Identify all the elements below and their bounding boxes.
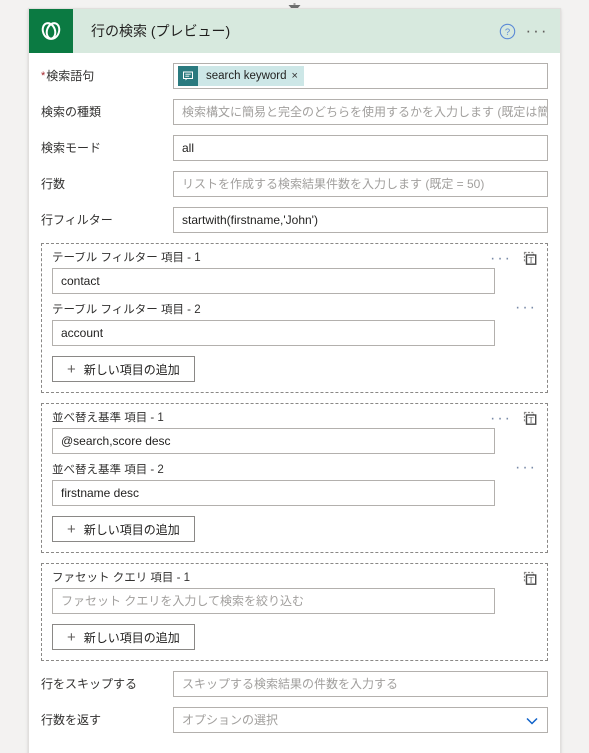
control-search-term: search keyword ×: [173, 63, 548, 89]
facet-query-item-1: ファセット クエリ 項目 - 1 T ファセット クエリを入力して検索を絞り込む: [52, 571, 537, 614]
label-return-rows: 行数を返す: [41, 713, 102, 727]
svg-text:T: T: [529, 575, 534, 584]
required-indicator: *: [41, 70, 46, 82]
label-search-type: 検索の種類: [41, 105, 102, 119]
control-search-type: 検索構文に簡易と完全のどちらを使用するかを入力します (既定は簡易): [173, 99, 548, 125]
table-filter-item-2-more-button[interactable]: ···: [515, 300, 537, 316]
facet-query-add-item-label: 新しい項目の追加: [83, 630, 180, 645]
facet-query-item-1-input[interactable]: ファセット クエリを入力して検索を絞り込む: [52, 588, 495, 614]
label-row-filter: 行フィルター: [41, 213, 113, 227]
control-row-count: リストを作成する検索結果件数を入力します (既定 = 50): [173, 171, 548, 197]
skip-rows-input[interactable]: スキップする検索結果の件数を入力する: [173, 671, 548, 697]
text-type-icon[interactable]: T: [522, 411, 537, 426]
sort-by-item-2-label: 並べ替え基準 項目 - 2: [52, 464, 164, 476]
card-header[interactable]: 行の検索 (プレビュー) ? ···: [29, 9, 560, 53]
control-row-filter: startwith(firstname,'John'): [173, 207, 548, 233]
dynamic-content-icon: [178, 66, 198, 86]
help-circle-icon[interactable]: ?: [492, 16, 522, 46]
sort-by-add-item-label: 新しい項目の追加: [83, 522, 180, 537]
dynamic-content-token[interactable]: search keyword ×: [178, 66, 304, 86]
table-filter-item-2-label: テーブル フィルター 項目 - 2: [52, 304, 201, 316]
sort-by-item-2: 並べ替え基準 項目 - 2 ··· firstname desc: [52, 460, 537, 506]
sort-by-item-1-input[interactable]: @search,score desc: [52, 428, 495, 454]
control-skip-rows: スキップする検索結果の件数を入力する: [173, 671, 548, 697]
label-search-term-text: 検索語句: [46, 69, 95, 83]
control-return-rows: オプションの選択: [173, 707, 548, 733]
table-filter-item-2: テーブル フィルター 項目 - 2 ··· account: [52, 300, 537, 346]
table-filter-item-1-input[interactable]: contact: [52, 268, 495, 294]
field-row-search-mode: 検索モード all: [41, 135, 548, 163]
label-search-term: *検索語句: [41, 63, 173, 83]
table-filter-add-item-label: 新しい項目の追加: [83, 362, 180, 377]
table-filter-group: テーブル フィルター 項目 - 1 ··· T contact テーブル フィル…: [41, 243, 548, 393]
facet-query-item-1-label: ファセット クエリ 項目 - 1: [52, 572, 191, 584]
field-row-row-filter: 行フィルター startwith(firstname,'John'): [41, 207, 548, 235]
field-row-search-type: 検索の種類 検索構文に簡易と完全のどちらを使用するかを入力します (既定は簡易): [41, 99, 548, 127]
facet-query-group: ファセット クエリ 項目 - 1 T ファセット クエリを入力して検索を絞り込む: [41, 563, 548, 661]
sort-by-item-2-input[interactable]: firstname desc: [52, 480, 495, 506]
control-search-mode: all: [173, 135, 548, 161]
table-filter-item-1-more-button[interactable]: ···: [490, 250, 512, 266]
table-filter-item-2-actions: ···: [515, 300, 537, 316]
table-filter-item-1-actions: ··· T: [490, 250, 537, 266]
search-rows-action-card: 行の検索 (プレビュー) ? ··· *検索語句 search keyword …: [28, 8, 561, 753]
row-count-input[interactable]: リストを作成する検索結果件数を入力します (既定 = 50): [173, 171, 548, 197]
return-rows-selected-value: オプションの選択: [182, 713, 279, 727]
sort-by-group: 並べ替え基準 項目 - 1 ··· T @search,score desc 並…: [41, 403, 548, 553]
field-row-search-term: *検索語句 search keyword ×: [41, 63, 548, 91]
sort-by-item-2-more-button[interactable]: ···: [515, 460, 537, 476]
sort-by-item-1-label: 並べ替え基準 項目 - 1: [52, 412, 164, 424]
search-term-input[interactable]: search keyword ×: [173, 63, 548, 89]
label-skip-rows: 行をスキップする: [41, 677, 138, 691]
table-filter-item-1-label: テーブル フィルター 項目 - 1: [52, 252, 201, 264]
svg-text:T: T: [529, 415, 534, 424]
plus-icon: +: [67, 628, 76, 646]
sort-by-item-1: 並べ替え基準 項目 - 1 ··· T @search,score desc: [52, 410, 537, 454]
table-filter-add-item-button[interactable]: + 新しい項目の追加: [52, 356, 195, 382]
plus-icon: +: [67, 360, 76, 378]
field-row-row-count: 行数 リストを作成する検索結果件数を入力します (既定 = 50): [41, 171, 548, 199]
sort-by-item-1-more-button[interactable]: ···: [490, 410, 512, 426]
sort-by-item-2-actions: ···: [515, 460, 537, 476]
svg-text:?: ?: [504, 27, 509, 38]
facet-query-add-item-button[interactable]: + 新しい項目の追加: [52, 624, 195, 650]
label-row-count: 行数: [41, 177, 66, 191]
dataverse-logo-icon: [29, 9, 73, 53]
field-row-return-rows: 行数を返す オプションの選択: [41, 707, 548, 735]
table-filter-item-1: テーブル フィルター 項目 - 1 ··· T contact: [52, 250, 537, 294]
sort-by-item-1-actions: ··· T: [490, 410, 537, 426]
row-filter-input[interactable]: startwith(firstname,'John'): [173, 207, 548, 233]
facet-query-item-1-actions: T: [522, 571, 537, 586]
chevron-down-icon: [524, 713, 540, 732]
field-row-skip-rows: 行をスキップする スキップする検索結果の件数を入力する: [41, 671, 548, 699]
card-more-menu-button[interactable]: ···: [522, 16, 552, 46]
search-type-input[interactable]: 検索構文に簡易と完全のどちらを使用するかを入力します (既定は簡易): [173, 99, 548, 125]
sort-by-add-item-button[interactable]: + 新しい項目の追加: [52, 516, 195, 542]
card-title: 行の検索 (プレビュー): [91, 23, 231, 39]
card-body: *検索語句 search keyword × 検索の種類 検索構文に簡易と完全の…: [29, 53, 560, 735]
action-card-screen: 行の検索 (プレビュー) ? ··· *検索語句 search keyword …: [0, 0, 589, 753]
token-label: search keyword: [206, 70, 287, 82]
token-remove-button[interactable]: ×: [292, 66, 304, 86]
label-search-mode: 検索モード: [41, 141, 102, 155]
return-rows-dropdown[interactable]: オプションの選択: [173, 707, 548, 733]
plus-icon: +: [67, 520, 76, 538]
svg-text:T: T: [529, 255, 534, 264]
card-footer: 詳細オプションを表示しない: [29, 743, 560, 753]
text-type-icon[interactable]: T: [522, 571, 537, 586]
search-mode-input[interactable]: all: [173, 135, 548, 161]
table-filter-item-2-input[interactable]: account: [52, 320, 495, 346]
text-type-icon[interactable]: T: [522, 251, 537, 266]
